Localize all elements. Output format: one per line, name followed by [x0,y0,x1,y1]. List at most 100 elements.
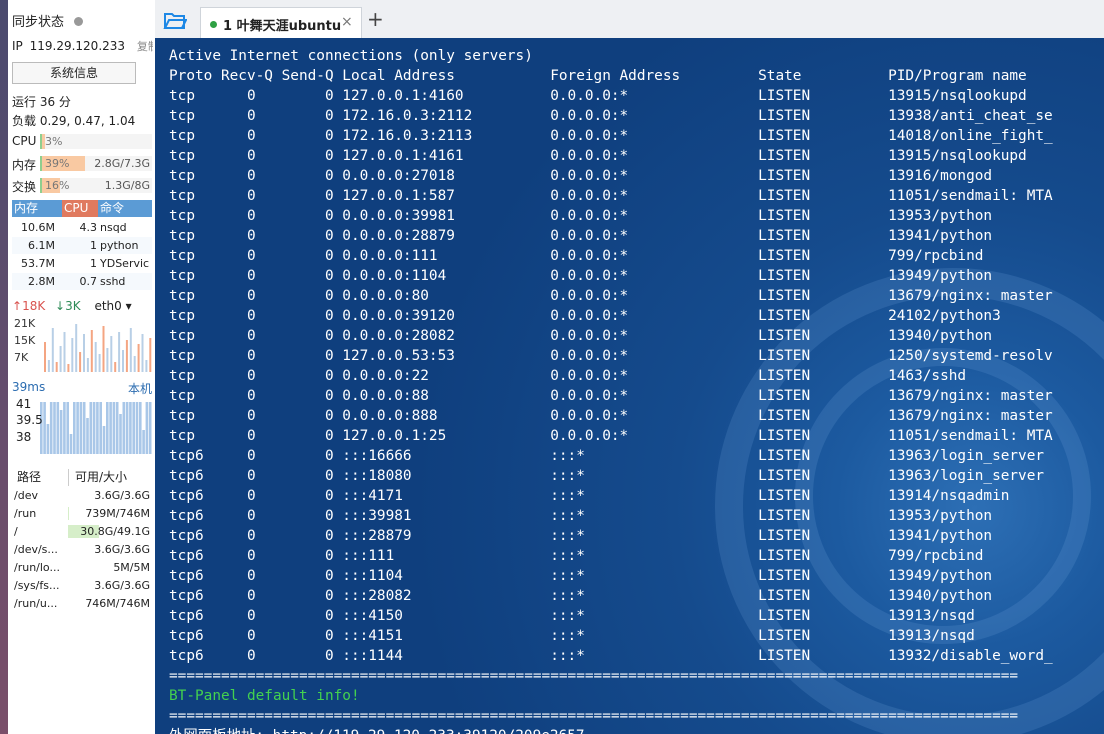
netstat-row: tcp 0 0 127.0.0.1:4161 0.0.0.0:* LISTEN … [169,148,1027,164]
net-bar [71,338,74,372]
netstat-row: tcp6 0 0 :::4151 :::* LISTEN 13913/nsqd [169,628,975,644]
net-bar [125,340,128,372]
download-speed: 3K [65,299,81,313]
net-bar [145,360,148,372]
upload-arrow-icon: ↑ [12,299,23,313]
process-row: 53.7M 1 YDServic [21,257,150,270]
terminal[interactable]: Active Internet connections (only server… [155,38,1104,734]
disk-size: 30.8G/49.1G [80,525,150,538]
system-info-button[interactable]: 系统信息 [12,62,136,84]
ping-bar [56,402,60,454]
netstat-row: tcp6 0 0 :::4171 :::* LISTEN 13914/nsqad… [169,488,1010,504]
ping-target[interactable]: 本机 [128,380,152,397]
netstat-row: tcp 0 0 127.0.0.1:25 0.0.0.0:* LISTEN 11… [169,428,1053,444]
disk-path: /run [14,507,37,520]
connected-dot-icon [210,21,217,28]
netstat-row: tcp 0 0 0.0.0.0:88 0.0.0.0:* LISTEN 1367… [169,388,1053,404]
process-row: 6.1M 1 python [12,237,152,254]
disk-usage-fill [68,507,69,520]
ping-tick-label: 38 [16,430,31,444]
ping-bar [112,402,116,454]
net-bar [63,332,66,372]
ping-bar [86,418,89,454]
netstat-row: tcp 0 0 0.0.0.0:28082 0.0.0.0:* LISTEN 1… [169,328,993,344]
desktop-edge [0,0,8,734]
netstat-row: tcp 0 0 127.0.0.1:4160 0.0.0.0:* LISTEN … [169,88,1027,104]
copy-ip-button[interactable]: 复制 [137,40,153,53]
net-bar [55,362,58,372]
net-bar [137,344,140,372]
ip-row: IP 119.29.120.233 复制 [12,38,153,54]
cpu-usage-bar: 3% [40,134,152,149]
disk-path: /dev/s... [14,543,58,556]
ping-bar [99,402,102,454]
ping-bars-svg: 41 39.5 38 [16,397,152,454]
net-bar [67,364,70,372]
swap-label: 交换 [12,180,37,194]
net-bar [122,350,124,372]
disk-size: 739M/746M [85,507,150,520]
net-tick-label: 21K [14,317,36,330]
disk-size: 5M/5M [113,561,150,574]
ping-bar [148,402,152,454]
netstat-row: tcp6 0 0 :::111 :::* LISTEN 799/rpcbind [169,548,984,564]
net-bar [86,358,89,372]
ping-bar [59,410,63,454]
net-tick-label: 15K [14,334,36,347]
disk-path: / [14,525,18,538]
net-bar [59,346,62,372]
net-bar [102,326,105,372]
netstat-row: tcp 0 0 127.0.0.1:587 0.0.0.0:* LISTEN 1… [169,188,1053,204]
uptime: 运行 36 分 [12,95,71,109]
sort-by-cpu[interactable]: CPU [62,200,98,217]
disk-size: 3.6G/3.6G [94,489,150,502]
status-dot-icon [74,17,84,26]
netstat-row: tcp6 0 0 :::16666 :::* LISTEN 13963/logi… [169,448,1045,464]
disk-table-header: 路径 可用/大小 [17,469,128,486]
disk-size: 3.6G/3.6G [94,579,150,592]
netstat-row: tcp 0 0 0.0.0.0:39981 0.0.0.0:* LISTEN 1… [169,208,993,224]
network-traffic-chart: 21K 15K 7K [12,316,152,372]
download-arrow-icon: ↓ [55,299,66,313]
ping-bar [109,402,112,454]
terminal-output: Active Internet connections (only server… [169,46,1053,734]
sort-by-mem[interactable]: 内存 [14,200,38,217]
process-table-header: 内存 CPU 命令 [12,200,152,217]
sort-by-cmd[interactable]: 命令 [100,200,124,217]
net-bar [110,336,113,372]
network-speed-row: ↑18K ↓3K eth0 ▾ [12,299,132,313]
interface-select[interactable]: eth0 ▾ [94,299,131,313]
netstat-row: tcp6 0 0 :::28082 :::* LISTEN 13940/pyth… [169,588,993,604]
folder-icon[interactable] [163,10,187,30]
disk-row: /sys/fs... 3.6G/3.6G [12,577,152,594]
net-bar [141,334,144,372]
ping-bar [69,434,73,454]
ping-tick-label: 39.5 [16,413,43,427]
bt-panel-info-line: BT-Panel default info! [169,688,360,704]
net-bar [44,342,46,372]
close-icon[interactable]: × [341,14,353,30]
ip-address: 119.29.120.233 [29,39,126,53]
ping-bar [79,402,83,454]
terminal-line: Active Internet connections (only server… [169,48,533,64]
process-row: 10.6M 4.3 nsqd [21,221,127,234]
netstat-row: tcp6 0 0 :::18080 :::* LISTEN 13963/logi… [169,468,1045,484]
netstat-row: tcp6 0 0 :::1144 :::* LISTEN 13932/disab… [169,648,1053,664]
netstat-row: tcp 0 0 0.0.0.0:1104 0.0.0.0:* LISTEN 13… [169,268,993,284]
disk-path: /sys/fs... [14,579,60,592]
ping-bar [73,402,76,454]
ping-bar [66,402,69,454]
disk-row: /run/lo... 5M/5M [12,559,152,576]
ping-tick-label: 41 [16,397,31,411]
disk-row: /dev/s... 3.6G/3.6G [12,541,152,558]
tab-ubuntu[interactable]: 1 叶舞天涯ubuntu × [200,7,362,39]
ping-latency: 39ms [12,380,46,394]
ping-bar [46,424,50,454]
ping-bar [119,414,122,454]
disk-size: 746M/746M [85,597,150,610]
netstat-row: tcp 0 0 0.0.0.0:22 0.0.0.0:* LISTEN 1463… [169,368,967,384]
ping-bar [53,402,56,454]
mem-label: 内存 [12,158,37,172]
net-bar [114,362,117,372]
add-tab-button[interactable]: + [367,7,384,31]
